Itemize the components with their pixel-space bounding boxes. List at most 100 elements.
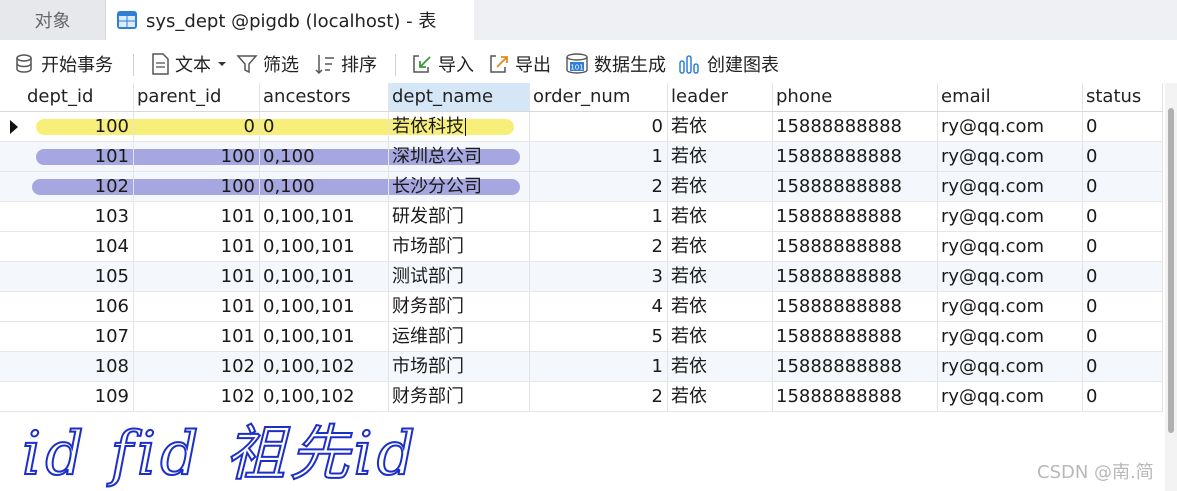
cell-status[interactable]: 0 xyxy=(1083,232,1163,261)
cell-ancestors[interactable]: 0,100,101 xyxy=(260,322,389,351)
row-header[interactable] xyxy=(0,352,24,381)
table-row[interactable]: 104 101 0,100,101 市场部门 2 若依 15888888888 ry@qq.c… xyxy=(0,232,1163,262)
row-header[interactable] xyxy=(0,172,24,201)
cell-order-num[interactable]: 1 xyxy=(530,202,668,231)
cell-phone[interactable]: 15888888888 xyxy=(773,322,938,351)
cell-dept-name[interactable]: 运维部门 xyxy=(389,322,530,351)
cell-dept-name[interactable]: 若依科技 xyxy=(389,112,530,141)
import-button[interactable]: 导入 xyxy=(411,40,474,88)
cell-email[interactable]: ry@qq.com xyxy=(938,142,1083,171)
column-header-status[interactable]: status xyxy=(1083,83,1163,111)
table-row[interactable]: 105 101 0,100,101 测试部门 3 若依 15888888888 ry@qq.c… xyxy=(0,262,1163,292)
cell-status[interactable]: 0 xyxy=(1083,322,1163,351)
cell-leader[interactable]: 若依 xyxy=(668,352,773,381)
cell-status[interactable]: 0 xyxy=(1083,172,1163,201)
cell-dept-name[interactable]: 长沙分公司 xyxy=(389,172,530,201)
tab-sys-dept-table[interactable]: sys_dept @pigdb (localhost) - 表 xyxy=(106,0,474,40)
cell-order-num[interactable]: 2 xyxy=(530,232,668,261)
cell-dept-name[interactable]: 财务部门 xyxy=(389,382,530,411)
cell-dept-id[interactable]: 101 xyxy=(24,142,134,171)
row-header[interactable] xyxy=(0,322,24,351)
row-header[interactable] xyxy=(0,292,24,321)
cell-dept-id[interactable]: 103 xyxy=(24,202,134,231)
cell-leader[interactable]: 若依 xyxy=(668,172,773,201)
table-row[interactable]: 101 100 0,100 深圳总公司 1 若依 15888888888 ry@qq.com 0 xyxy=(0,142,1163,172)
cell-email[interactable]: ry@qq.com xyxy=(938,292,1083,321)
row-header[interactable] xyxy=(0,142,24,171)
create-chart-button[interactable]: 创建图表 xyxy=(678,40,779,88)
cell-ancestors[interactable]: 0,100,101 xyxy=(260,292,389,321)
column-header-ancestors[interactable]: ancestors xyxy=(260,83,389,111)
table-row[interactable]: 107 101 0,100,101 运维部门 5 若依 15888888888 ry@qq.c… xyxy=(0,322,1163,352)
cell-ancestors[interactable]: 0,100,101 xyxy=(260,232,389,261)
cell-order-num[interactable]: 0 xyxy=(530,112,668,141)
begin-transaction-button[interactable]: 开始事务 xyxy=(14,40,113,88)
cell-dept-name[interactable]: 测试部门 xyxy=(389,262,530,291)
filter-button[interactable]: 筛选 xyxy=(236,40,299,88)
cell-order-num[interactable]: 5 xyxy=(530,322,668,351)
cell-ancestors[interactable]: 0,100,101 xyxy=(260,262,389,291)
cell-order-num[interactable]: 1 xyxy=(530,142,668,171)
column-header-parent-id[interactable]: parent_id xyxy=(134,83,260,111)
row-header[interactable] xyxy=(0,382,24,411)
export-button[interactable]: 导出 xyxy=(488,40,551,88)
cell-parent-id[interactable]: 100 xyxy=(134,142,260,171)
cell-order-num[interactable]: 3 xyxy=(530,262,668,291)
table-row[interactable]: 108 102 0,100,102 市场部门 1 若依 15888888888 ry@qq.c… xyxy=(0,352,1163,382)
cell-leader[interactable]: 若依 xyxy=(668,142,773,171)
cell-ancestors[interactable]: 0 xyxy=(260,112,389,141)
cell-status[interactable]: 0 xyxy=(1083,382,1163,411)
cell-status[interactable]: 0 xyxy=(1083,142,1163,171)
column-header-leader[interactable]: leader xyxy=(668,83,773,111)
cell-ancestors[interactable]: 0,100,102 xyxy=(260,352,389,381)
table-row[interactable]: 106 101 0,100,101 财务部门 4 若依 15888888888 ry@qq.c… xyxy=(0,292,1163,322)
cell-email[interactable]: ry@qq.com xyxy=(938,232,1083,261)
cell-parent-id[interactable]: 0 xyxy=(134,112,260,141)
cell-dept-name[interactable]: 深圳总公司 xyxy=(389,142,530,171)
cell-email[interactable]: ry@qq.com xyxy=(938,262,1083,291)
cell-parent-id[interactable]: 102 xyxy=(134,382,260,411)
cell-dept-id[interactable]: 109 xyxy=(24,382,134,411)
cell-order-num[interactable]: 2 xyxy=(530,382,668,411)
cell-phone[interactable]: 15888888888 xyxy=(773,202,938,231)
cell-parent-id[interactable]: 101 xyxy=(134,322,260,351)
cell-dept-name[interactable]: 市场部门 xyxy=(389,232,530,261)
table-row[interactable]: 100 0 0 若依科技 0 若依 15888888888 ry@qq.com 0 xyxy=(0,112,1163,142)
cell-order-num[interactable]: 1 xyxy=(530,352,668,381)
scrollbar-thumb[interactable] xyxy=(1168,108,1174,433)
sort-button[interactable]: 排序 xyxy=(314,40,377,88)
cell-dept-id[interactable]: 106 xyxy=(24,292,134,321)
cell-phone[interactable]: 15888888888 xyxy=(773,292,938,321)
cell-order-num[interactable]: 4 xyxy=(530,292,668,321)
cell-phone[interactable]: 15888888888 xyxy=(773,172,938,201)
table-row[interactable]: 102 100 0,100 长沙分公司 2 若依 15888888888 ry@qq.com 0 xyxy=(0,172,1163,202)
cell-dept-id[interactable]: 104 xyxy=(24,232,134,261)
cell-parent-id[interactable]: 102 xyxy=(134,352,260,381)
cell-dept-id[interactable]: 107 xyxy=(24,322,134,351)
cell-status[interactable]: 0 xyxy=(1083,262,1163,291)
cell-dept-id[interactable]: 108 xyxy=(24,352,134,381)
cell-dept-name[interactable]: 市场部门 xyxy=(389,352,530,381)
cell-leader[interactable]: 若依 xyxy=(668,262,773,291)
cell-leader[interactable]: 若依 xyxy=(668,292,773,321)
cell-email[interactable]: ry@qq.com xyxy=(938,322,1083,351)
column-header-dept-name[interactable]: dept_name xyxy=(389,83,530,111)
cell-status[interactable]: 0 xyxy=(1083,352,1163,381)
cell-dept-name[interactable]: 研发部门 xyxy=(389,202,530,231)
cell-status[interactable]: 0 xyxy=(1083,292,1163,321)
cell-parent-id[interactable]: 100 xyxy=(134,172,260,201)
generate-data-button[interactable]: 101 数据生成 xyxy=(565,40,666,88)
cell-order-num[interactable]: 2 xyxy=(530,172,668,201)
table-row[interactable]: 109 102 0,100,102 财务部门 2 若依 15888888888 ry@qq.c… xyxy=(0,382,1163,412)
cell-leader[interactable]: 若依 xyxy=(668,382,773,411)
cell-parent-id[interactable]: 101 xyxy=(134,292,260,321)
cell-ancestors[interactable]: 0,100,102 xyxy=(260,382,389,411)
tab-objects[interactable]: 对象 xyxy=(0,0,106,40)
cell-ancestors[interactable]: 0,100 xyxy=(260,142,389,171)
cell-leader[interactable]: 若依 xyxy=(668,232,773,261)
cell-leader[interactable]: 若依 xyxy=(668,202,773,231)
cell-phone[interactable]: 15888888888 xyxy=(773,352,938,381)
cell-email[interactable]: ry@qq.com xyxy=(938,382,1083,411)
cell-dept-name[interactable]: 财务部门 xyxy=(389,292,530,321)
cell-ancestors[interactable]: 0,100 xyxy=(260,172,389,201)
